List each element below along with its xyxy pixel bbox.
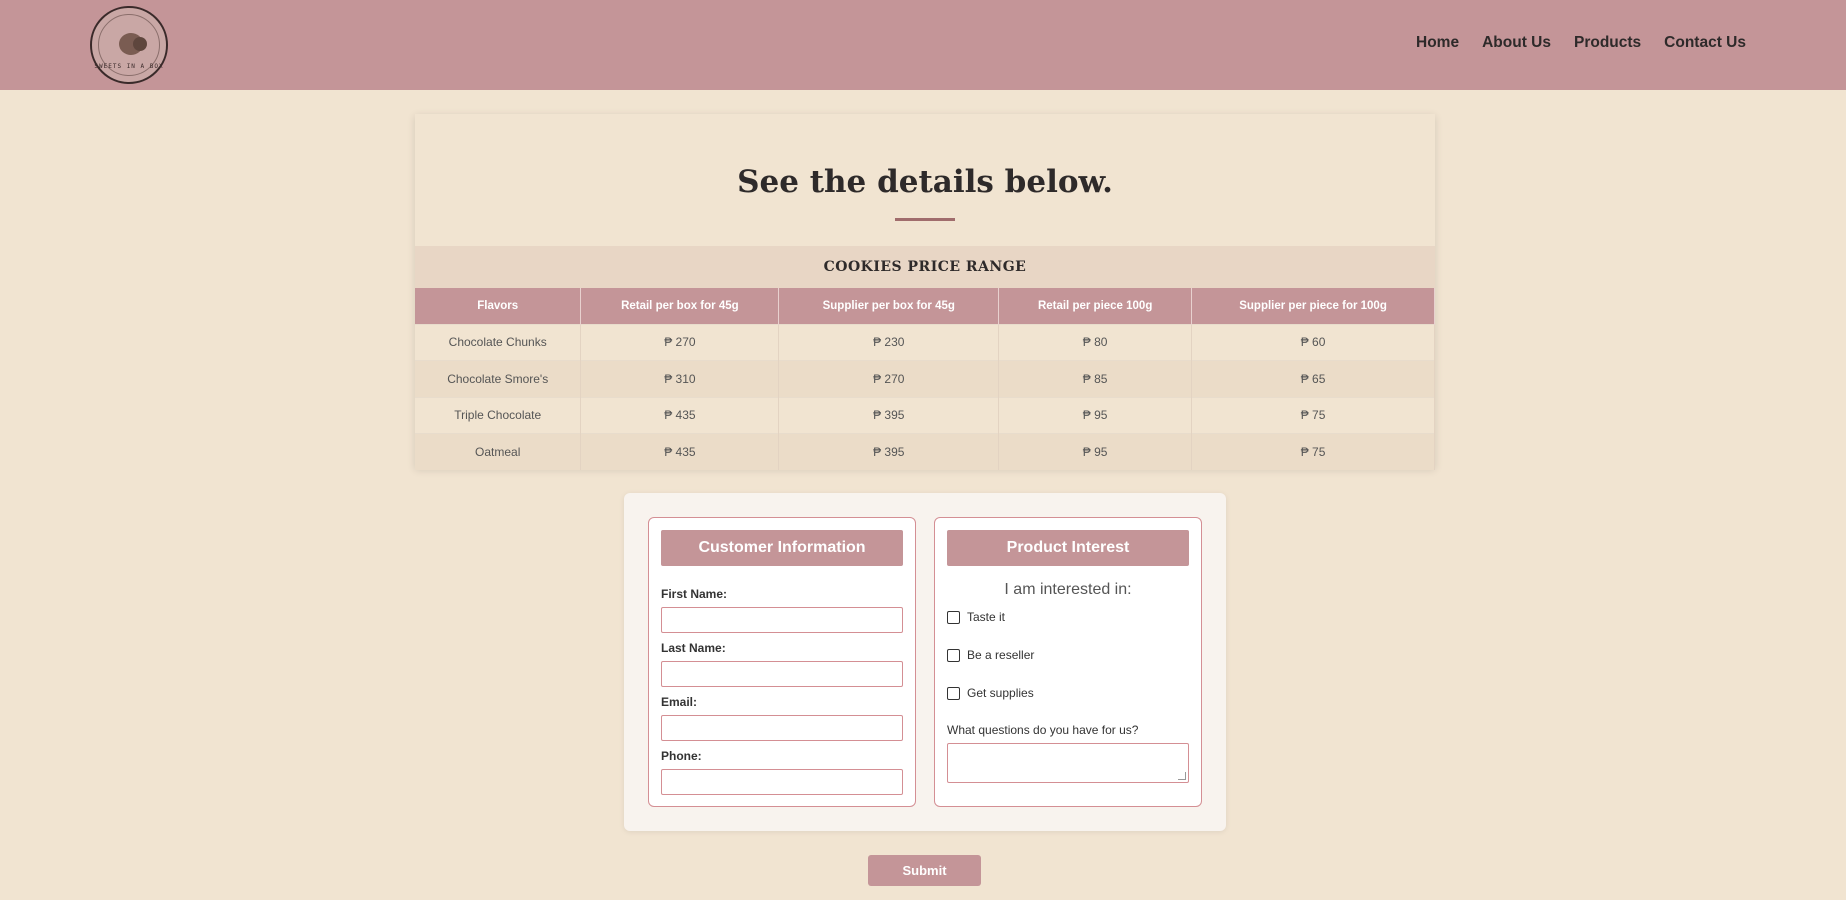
details-title: See the details below. bbox=[737, 164, 1113, 200]
get-supplies-label: Get supplies bbox=[967, 686, 1034, 700]
column-header: Supplier per piece for 100g bbox=[1191, 288, 1435, 324]
table-cell: Chocolate Chunks bbox=[415, 323, 582, 361]
main-nav: Home About Us Products Contact Us bbox=[1416, 34, 1746, 52]
table-row: Triple Chocolate ₱ 435 ₱ 395 ₱ 95 ₱ 75 bbox=[415, 396, 1435, 434]
nav-about-us[interactable]: About Us bbox=[1482, 34, 1551, 52]
table-header-row: Flavors Retail per box for 45g Supplier … bbox=[415, 288, 1435, 324]
cookie-icon bbox=[119, 33, 147, 55]
last-name-label: Last Name: bbox=[661, 641, 726, 655]
last-name-input[interactable] bbox=[661, 661, 903, 687]
inquiry-form: Customer Information First Name: Last Na… bbox=[624, 493, 1226, 831]
table-cell: ₱ 65 bbox=[1191, 360, 1435, 397]
table-cell: ₱ 75 bbox=[1191, 396, 1435, 434]
questions-textarea[interactable] bbox=[947, 743, 1189, 783]
interest-subheading: I am interested in: bbox=[1004, 581, 1132, 598]
phone-input[interactable] bbox=[661, 769, 903, 795]
phone-label: Phone: bbox=[661, 749, 702, 763]
be-a-reseller-checkbox[interactable] bbox=[947, 648, 960, 662]
first-name-input[interactable] bbox=[661, 607, 903, 633]
table-cell: ₱ 85 bbox=[998, 360, 1193, 397]
table-cell: ₱ 60 bbox=[1191, 323, 1435, 361]
nav-contact-us[interactable]: Contact Us bbox=[1664, 34, 1746, 52]
submit-button[interactable]: Submit bbox=[868, 855, 981, 886]
column-header: Flavors bbox=[415, 288, 582, 324]
get-supplies-checkbox[interactable] bbox=[947, 686, 960, 700]
product-interest-heading: Product Interest bbox=[947, 530, 1189, 566]
email-input[interactable] bbox=[661, 715, 903, 741]
table-cell: ₱ 270 bbox=[580, 323, 780, 361]
table-cell: ₱ 435 bbox=[580, 433, 780, 470]
email-label: Email: bbox=[661, 695, 698, 709]
table-row: Chocolate Chunks ₱ 270 ₱ 230 ₱ 80 ₱ 60 bbox=[415, 323, 1435, 361]
table-cell: ₱ 75 bbox=[1191, 433, 1435, 470]
table-cell: ₱ 80 bbox=[998, 323, 1193, 361]
column-header: Retail per piece 100g bbox=[998, 288, 1193, 324]
nav-home[interactable]: Home bbox=[1416, 34, 1459, 52]
be-a-reseller-label: Be a reseller bbox=[967, 648, 1035, 662]
table-cell: ₱ 95 bbox=[998, 433, 1193, 470]
table-cell: ₱ 435 bbox=[580, 396, 780, 434]
column-header: Supplier per box for 45g bbox=[778, 288, 1000, 324]
details-card: See the details below. COOKIES PRICE RAN… bbox=[415, 114, 1435, 470]
table-caption: COOKIES PRICE RANGE bbox=[415, 246, 1435, 288]
table-row: Chocolate Smore's ₱ 310 ₱ 270 ₱ 85 ₱ 65 bbox=[415, 360, 1435, 397]
table-cell: Chocolate Smore's bbox=[415, 360, 582, 397]
table-cell: Oatmeal bbox=[415, 433, 582, 470]
table-row: Oatmeal ₱ 435 ₱ 395 ₱ 95 ₱ 75 bbox=[415, 433, 1435, 470]
logo-text: SWEETS IN A BOX bbox=[94, 63, 164, 70]
site-header: SWEETS IN A BOX Home About Us Products C… bbox=[0, 0, 1846, 90]
price-table: Flavors Retail per box for 45g Supplier … bbox=[415, 288, 1435, 470]
table-cell: ₱ 230 bbox=[778, 323, 1000, 361]
first-name-label: First Name: bbox=[661, 587, 728, 601]
table-cell: ₱ 310 bbox=[580, 360, 780, 397]
nav-products[interactable]: Products bbox=[1574, 34, 1641, 52]
customer-information-panel: Customer Information First Name: Last Na… bbox=[648, 517, 916, 807]
option-get-supplies[interactable]: Get supplies bbox=[947, 686, 1034, 700]
customer-information-heading: Customer Information bbox=[661, 530, 903, 566]
title-underline bbox=[895, 218, 955, 221]
resize-handle-icon[interactable] bbox=[1178, 772, 1186, 780]
questions-label: What questions do you have for us? bbox=[947, 723, 1139, 737]
brand-logo[interactable]: SWEETS IN A BOX bbox=[90, 6, 168, 84]
table-cell: ₱ 395 bbox=[778, 433, 1000, 470]
taste-it-checkbox[interactable] bbox=[947, 610, 960, 624]
column-header: Retail per box for 45g bbox=[580, 288, 780, 324]
product-interest-panel: Product Interest I am interested in: Tas… bbox=[934, 517, 1202, 807]
table-cell: ₱ 270 bbox=[778, 360, 1000, 397]
option-taste-it[interactable]: Taste it bbox=[947, 610, 1005, 624]
option-be-a-reseller[interactable]: Be a reseller bbox=[947, 648, 1034, 662]
table-cell: ₱ 95 bbox=[998, 396, 1193, 434]
table-cell: Triple Chocolate bbox=[415, 396, 582, 434]
table-cell: ₱ 395 bbox=[778, 396, 1000, 434]
taste-it-label: Taste it bbox=[967, 610, 1006, 624]
